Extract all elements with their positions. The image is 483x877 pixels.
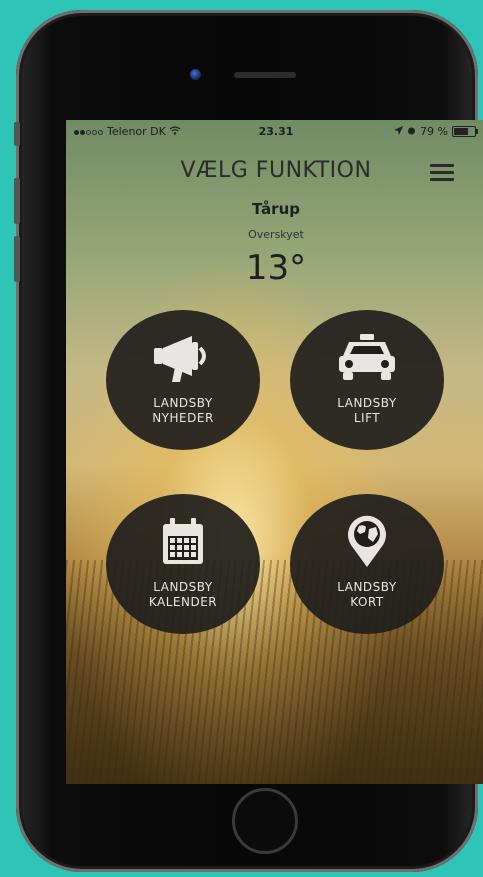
location-arrow-icon [394,125,404,138]
landsby-kort-button[interactable]: LANDSBY KORT [290,494,444,634]
button-label-line1: LANDSBY [153,396,213,410]
hamburger-menu-icon[interactable] [430,164,454,182]
phone-frame: Telenor DK 23.31 79 % VÆLG FUNKTION Tåru… [14,10,483,872]
battery-percentage: 79 % [420,125,448,138]
landsby-nyheder-button[interactable]: LANDSBY NYHEDER [106,310,260,450]
battery-icon [452,126,478,137]
button-label-line2: KORT [350,595,384,609]
megaphone-icon [152,332,214,384]
volume-down-button [14,236,20,282]
page-title: VÆLG FUNKTION [180,158,372,183]
home-button[interactable] [232,788,298,854]
volume-up-button [14,178,20,224]
weather-location: Tårup [252,200,300,218]
landsby-kalender-button[interactable]: LANDSBY KALENDER [106,494,260,634]
map-pin-icon [343,515,391,568]
alarm-icon [407,125,416,138]
button-label-line1: LANDSBY [337,580,397,594]
battery-fill [454,128,469,135]
weather-temperature: 13° [245,248,307,288]
button-label-line1: LANDSBY [153,580,213,594]
calendar-icon [157,516,209,568]
landsby-lift-button[interactable]: LANDSBY LIFT [290,310,444,450]
earpiece-speaker [234,72,296,78]
mute-switch [14,122,20,146]
front-camera [190,69,201,80]
button-label-line1: LANDSBY [337,396,397,410]
button-label-line2: LIFT [353,411,381,425]
button-label-line2: KALENDER [148,595,218,609]
status-bar: Telenor DK 23.31 79 % [66,120,483,142]
button-label-line2: NYHEDER [152,411,214,425]
app-screen: Telenor DK 23.31 79 % VÆLG FUNKTION Tåru… [66,120,483,784]
car-icon [335,332,399,384]
weather-condition: Overskyet [248,228,304,241]
